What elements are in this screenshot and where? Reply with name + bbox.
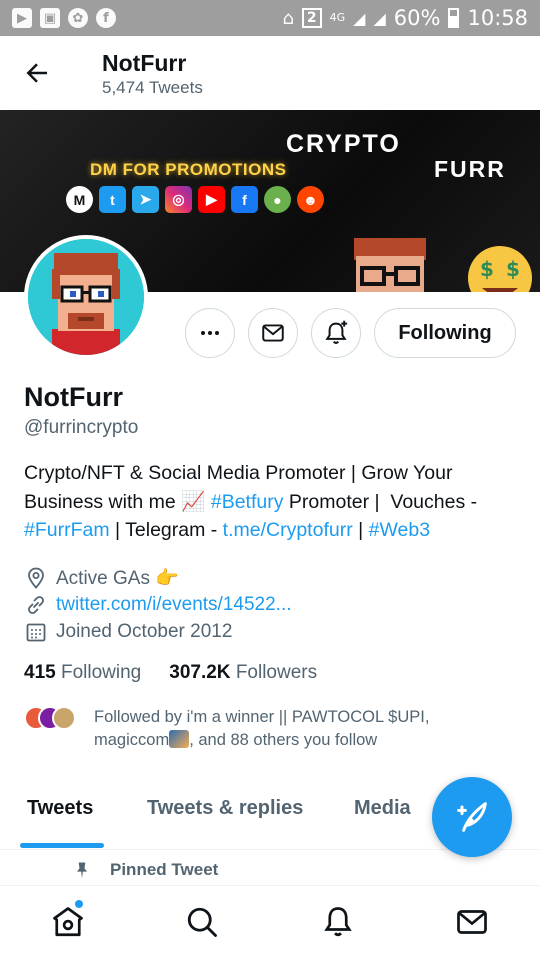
- signal-icon: ◢: [373, 8, 386, 28]
- mail-icon: [262, 324, 284, 342]
- bell-plus-icon: [325, 320, 348, 344]
- banner-social-icons: M t ➤ ◎ ▶ f ● ☻: [66, 186, 324, 213]
- notifications-icon[interactable]: [320, 904, 356, 940]
- avatar-illustration: [28, 239, 144, 355]
- banner-brand-word: FURR: [434, 156, 506, 182]
- followed-by-rest: , and 88 others you follow: [189, 731, 378, 749]
- back-arrow-icon[interactable]: [22, 58, 52, 88]
- profile-bio: Crypto/NFT & Social Media Promoter | Gro…: [24, 459, 524, 545]
- followed-by-text: Followed by i'm a winner || PAWTOCOL $UP…: [94, 706, 484, 752]
- following-label: Following: [60, 662, 142, 683]
- facebook-icon: f: [231, 186, 258, 213]
- followed-by-line: Followed by i'm a winner || PAWTOCOL $UP…: [94, 708, 430, 726]
- reddit-icon: ☻: [297, 186, 324, 213]
- instagram-icon: ◎: [165, 186, 192, 213]
- followed-by[interactable]: Followed by i'm a winner || PAWTOCOL $UP…: [24, 706, 484, 752]
- tab-tweets-and-replies[interactable]: Tweets & replies: [147, 797, 303, 820]
- hashtag-link[interactable]: #Betfury: [211, 491, 284, 513]
- svg-text:$: $: [480, 257, 494, 281]
- location-text: Active GAs 👉: [56, 566, 179, 590]
- tweet-count: 5,474 Tweets: [102, 78, 203, 97]
- status-bar: ▶ ▣ ✿ f ⌂ 2 4G ◢ ◢ 60% 10:58: [0, 0, 540, 36]
- location-label: Active GAs: [56, 568, 150, 589]
- website-link[interactable]: twitter.com/i/events/14522...: [56, 594, 292, 616]
- profile-joined: Joined October 2012: [24, 619, 232, 645]
- compose-tweet-button[interactable]: [432, 777, 512, 857]
- twitter-icon: t: [99, 186, 126, 213]
- bio-line: Business with me 📈 #Betfury Promoter | V…: [24, 488, 524, 517]
- bio-line: Crypto/NFT & Social Media Promoter | Gro…: [24, 462, 453, 484]
- pinned-text: Pinned Tweet: [110, 860, 219, 879]
- money-face-emoji-icon: $ $: [468, 246, 532, 292]
- message-button[interactable]: [248, 308, 298, 358]
- pointing-emoji: 👉: [155, 568, 179, 589]
- clock: 10:58: [467, 6, 528, 30]
- battery-percent: 60%: [393, 6, 441, 30]
- more-options-button[interactable]: [185, 308, 235, 358]
- following-count-link[interactable]: 415 Following: [24, 662, 141, 684]
- hashtag-link[interactable]: #FurrFam: [24, 519, 110, 541]
- active-tab-indicator: [20, 843, 104, 848]
- banner-brand-word: CRYPTO: [286, 130, 401, 158]
- coinmarketcap-icon: M: [66, 186, 93, 213]
- profile-location: Active GAs 👉: [24, 565, 179, 591]
- bio-text: | Telegram -: [109, 519, 223, 541]
- battery-icon: [448, 8, 460, 28]
- youtube-notification-icon: ▶: [12, 8, 32, 28]
- facebook-notification-icon: f: [96, 8, 116, 28]
- tab-media[interactable]: Media: [354, 797, 411, 820]
- bio-text: Promoter | Vouches -: [283, 490, 478, 513]
- profile-header: NotFurr 5,474 Tweets: [0, 36, 540, 110]
- follow-counts: 415 Following 307.2K Followers: [24, 662, 317, 684]
- banner-character-illustration: [354, 238, 426, 292]
- messages-icon[interactable]: [454, 904, 490, 940]
- followers-count-link[interactable]: 307.2K Followers: [169, 662, 317, 684]
- svg-text:$: $: [506, 257, 520, 281]
- telegram-link[interactable]: t.me/Cryptofurr: [223, 519, 353, 541]
- bio-line: #FurrFam | Telegram - t.me/Cryptofurr | …: [24, 516, 524, 545]
- banner-promo-text: DM FOR PROMOTIONS: [90, 160, 287, 179]
- bio-text: Business with me: [24, 490, 176, 513]
- youtube-icon: ▶: [198, 186, 225, 213]
- sim-slot-indicator: 2: [301, 8, 322, 28]
- calendar-icon: [26, 623, 46, 642]
- followers-count: 307.2K: [169, 662, 231, 683]
- home-icon[interactable]: [50, 904, 86, 940]
- wizard-badge-icon: [169, 730, 190, 748]
- pin-icon: [77, 862, 87, 879]
- following-count: 415: [24, 662, 56, 683]
- tab-tweets[interactable]: Tweets: [27, 797, 93, 820]
- joined-text: Joined October 2012: [56, 621, 233, 642]
- signal-icon: ◢: [353, 8, 366, 28]
- link-icon: [28, 596, 44, 614]
- location-pin-icon: [28, 567, 44, 589]
- home-unread-dot: [75, 900, 83, 908]
- search-icon[interactable]: [184, 904, 220, 940]
- bottom-navigation: [0, 885, 540, 960]
- following-button[interactable]: Following: [374, 308, 516, 358]
- gallery-notification-icon: ▣: [40, 8, 60, 28]
- header-title: NotFurr: [102, 50, 187, 76]
- followers-label: Followers: [235, 662, 318, 683]
- pepe-icon: ●: [264, 186, 291, 213]
- avatar[interactable]: [24, 235, 148, 359]
- more-icon: [201, 331, 219, 335]
- follower-avatars: [24, 706, 76, 732]
- profile-name: NotFurr: [24, 382, 123, 412]
- cast-icon: ⌂: [282, 7, 294, 29]
- network-type: 4G: [329, 11, 346, 24]
- chart-emoji: 📈: [181, 490, 206, 513]
- profile-handle: @furrincrypto: [24, 417, 139, 438]
- followed-by-name: magiccom: [94, 731, 170, 749]
- avatar: [52, 706, 76, 730]
- profile-website[interactable]: twitter.com/i/events/14522...: [24, 592, 292, 618]
- compose-feather-icon: [457, 802, 487, 832]
- followed-by-line: magiccom , and 88 others you follow: [94, 729, 484, 752]
- hashtag-link[interactable]: #Web3: [369, 519, 430, 541]
- settings-notification-icon: ✿: [68, 8, 88, 28]
- telegram-icon: ➤: [132, 186, 159, 213]
- pinned-tweet-label: Pinned Tweet: [72, 860, 218, 880]
- notifications-button[interactable]: [311, 308, 361, 358]
- bio-text: |: [352, 519, 369, 541]
